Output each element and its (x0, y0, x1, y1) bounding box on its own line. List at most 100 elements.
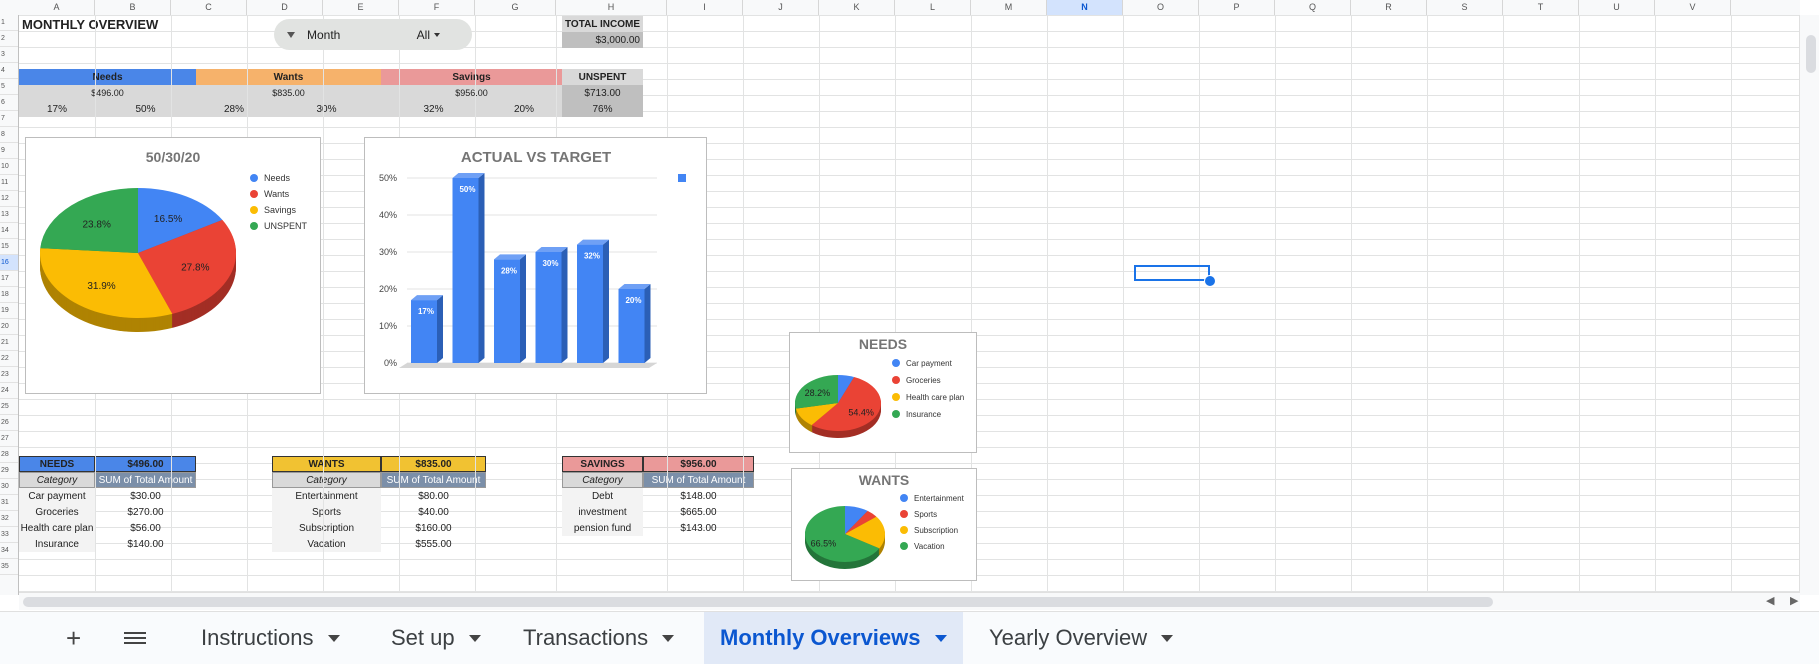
column-header-u[interactable]: U (1579, 0, 1655, 15)
savings-target-pct[interactable]: 20% (486, 101, 562, 117)
wants-target-pct[interactable]: 30% (272, 101, 381, 117)
column-header-g[interactable]: G (475, 0, 556, 15)
column-header-s[interactable]: S (1427, 0, 1503, 15)
row-header-27[interactable]: 27 (0, 431, 18, 447)
needs-target-pct[interactable]: 50% (95, 101, 196, 117)
column-header-m[interactable]: M (971, 0, 1047, 15)
table-row-amount[interactable]: $665.00 (643, 504, 754, 520)
savings-amount[interactable]: $956.00 (381, 85, 562, 101)
row-header-28[interactable]: 28 (0, 447, 18, 463)
chart-wants[interactable]: WANTS 66.5% Entertainment Sports Subscriptio… (791, 468, 977, 581)
table-row-amount[interactable]: $30.00 (95, 488, 196, 504)
add-sheet-button[interactable]: + (66, 612, 81, 664)
caret-down-icon[interactable] (468, 634, 481, 642)
row-header-29[interactable]: 29 (0, 463, 18, 479)
table-row-category[interactable]: Subscription (272, 520, 381, 536)
table-row-category[interactable]: Entertainment (272, 488, 381, 504)
needs-amount[interactable]: $496.00 (19, 85, 196, 101)
row-header-12[interactable]: 12 (0, 191, 18, 207)
tab-set-up[interactable]: Set up (376, 612, 496, 664)
row-header-32[interactable]: 32 (0, 511, 18, 527)
vertical-scrollbar[interactable] (1799, 15, 1819, 595)
scroll-right-icon[interactable]: ▶ (1790, 594, 1798, 607)
table-row-amount[interactable]: $56.00 (95, 520, 196, 536)
table-row-amount[interactable]: $555.00 (381, 536, 486, 552)
row-header-14[interactable]: 14 (0, 223, 18, 239)
column-header-n[interactable]: N (1047, 0, 1123, 15)
column-header-d[interactable]: D (247, 0, 323, 15)
row-header-8[interactable]: 8 (0, 127, 18, 143)
tab-yearly-overview[interactable]: Yearly Overview (974, 612, 1188, 664)
column-header-p[interactable]: P (1199, 0, 1275, 15)
table-row-category[interactable]: Health care plan (19, 520, 95, 536)
horizontal-scrollbar[interactable]: ◀ ▶ (19, 592, 1800, 610)
row-header-5[interactable]: 5 (0, 79, 18, 95)
table-row-amount[interactable]: $80.00 (381, 488, 486, 504)
column-header-e[interactable]: E (323, 0, 399, 15)
scroll-left-icon[interactable]: ◀ (1766, 594, 1774, 607)
table-row-amount[interactable]: $143.00 (643, 520, 754, 536)
unspent-amount[interactable]: $713.00 (562, 85, 643, 101)
filter-value[interactable]: All (417, 28, 430, 42)
wants-amount[interactable]: $835.00 (196, 85, 381, 101)
column-header-c[interactable]: C (171, 0, 247, 15)
tab-monthly-overviews[interactable]: Monthly Overviews (704, 612, 963, 664)
column-header-q[interactable]: Q (1275, 0, 1351, 15)
row-header-35[interactable]: 35 (0, 559, 18, 575)
row-header-20[interactable]: 20 (0, 319, 18, 335)
table-row-category[interactable]: Debt (562, 488, 643, 504)
row-header-17[interactable]: 17 (0, 271, 18, 287)
row-header-1[interactable]: 1 (0, 15, 18, 31)
row-header-21[interactable]: 21 (0, 335, 18, 351)
row-header-26[interactable]: 26 (0, 415, 18, 431)
chart-50-30-20[interactable]: 50/30/20 16.5% 27.8% 31.9% 23.8% Needs Wants Sa… (25, 137, 321, 394)
column-header-t[interactable]: T (1503, 0, 1579, 15)
row-header-25[interactable]: 25 (0, 399, 18, 415)
tab-transactions[interactable]: Transactions (508, 612, 689, 664)
column-header-k[interactable]: K (819, 0, 895, 15)
table-row-category[interactable]: Insurance (19, 536, 95, 552)
table-row-amount[interactable]: $40.00 (381, 504, 486, 520)
wants-actual-pct[interactable]: 28% (196, 101, 272, 117)
table-row-amount[interactable]: $270.00 (95, 504, 196, 520)
table-row-category[interactable]: investment (562, 504, 643, 520)
row-header-31[interactable]: 31 (0, 495, 18, 511)
row-header-23[interactable]: 23 (0, 367, 18, 383)
table-row-amount[interactable]: $140.00 (95, 536, 196, 552)
column-header-i[interactable]: I (667, 0, 743, 15)
column-header-r[interactable]: R (1351, 0, 1427, 15)
row-header-2[interactable]: 2 (0, 31, 18, 47)
row-header-34[interactable]: 34 (0, 543, 18, 559)
row-header-18[interactable]: 18 (0, 287, 18, 303)
column-header-a[interactable]: A (19, 0, 95, 15)
column-header-h[interactable]: H (556, 0, 667, 15)
fill-handle[interactable] (1204, 275, 1216, 287)
table-row-category[interactable]: Groceries (19, 504, 95, 520)
column-header-j[interactable]: J (743, 0, 819, 15)
row-header-22[interactable]: 22 (0, 351, 18, 367)
total-income-value[interactable]: $3,000.00 (562, 32, 643, 48)
vertical-scroll-thumb[interactable] (1806, 35, 1816, 73)
caret-down-icon[interactable] (1161, 634, 1174, 642)
unspent-pct[interactable]: 76% (562, 101, 643, 117)
row-header-13[interactable]: 13 (0, 207, 18, 223)
chart-actual-vs-target[interactable]: ACTUAL VS TARGET 0% 10% 20% 30% 40% 50% 17% 50% 2… (364, 137, 707, 394)
wants-table-total[interactable]: $835.00 (381, 456, 486, 472)
caret-down-icon[interactable] (934, 634, 947, 642)
table-row-category[interactable]: Car payment (19, 488, 95, 504)
column-header-b[interactable]: B (95, 0, 171, 15)
all-sheets-button[interactable] (124, 612, 146, 664)
row-header-16[interactable]: 16 (0, 255, 18, 271)
row-header-30[interactable]: 30 (0, 479, 18, 495)
selected-cell[interactable] (1134, 265, 1210, 281)
table-row-category[interactable]: pension fund (562, 520, 643, 536)
row-header-33[interactable]: 33 (0, 527, 18, 543)
table-row-category[interactable]: Sports (272, 504, 381, 520)
row-header-15[interactable]: 15 (0, 239, 18, 255)
row-header-10[interactable]: 10 (0, 159, 18, 175)
savings-actual-pct[interactable]: 32% (381, 101, 486, 117)
row-header-6[interactable]: 6 (0, 95, 18, 111)
table-row-category[interactable]: Vacation (272, 536, 381, 552)
column-header-o[interactable]: O (1123, 0, 1199, 15)
caret-down-icon[interactable] (662, 634, 675, 642)
